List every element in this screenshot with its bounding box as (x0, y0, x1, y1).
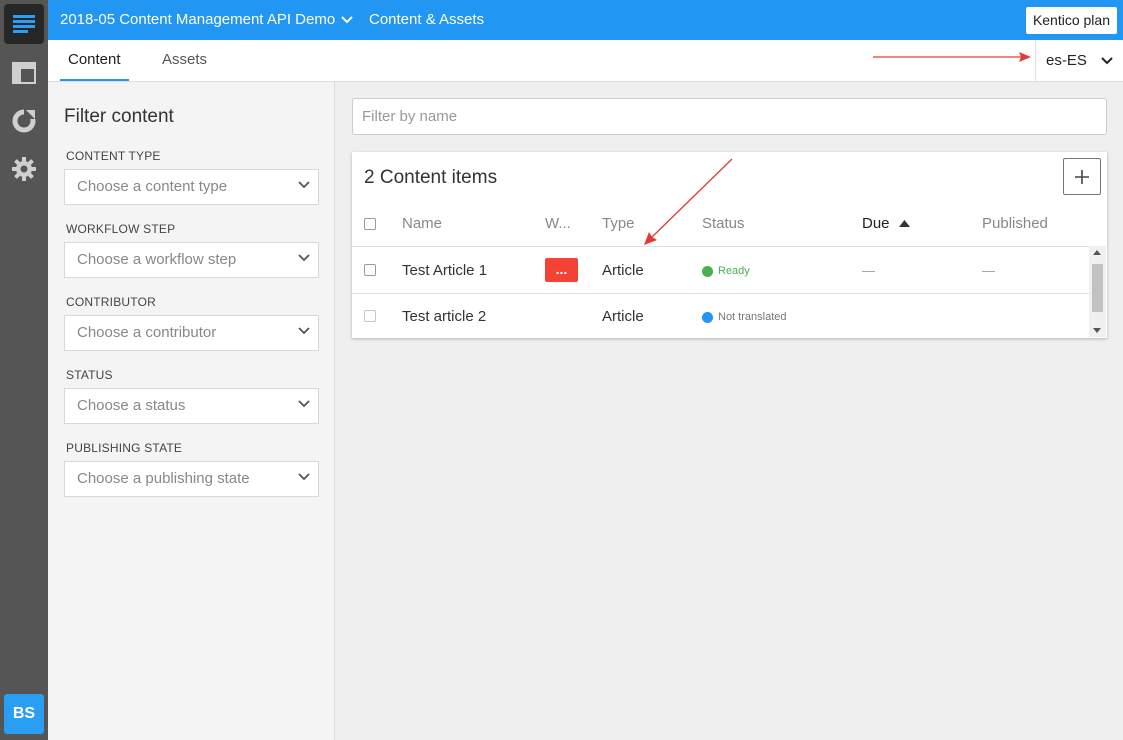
workflow-step-select[interactable]: Choose a workflow step (64, 242, 319, 278)
chevron-down-icon (298, 254, 310, 262)
header-divider (352, 246, 1089, 247)
tab-bar: Content Assets es-ES (48, 40, 1123, 82)
filter-by-name-input[interactable]: Filter by name (352, 98, 1107, 135)
filter-panel: Filter content CONTENT TYPE Choose a con… (48, 82, 335, 740)
top-bar: 2018-05 Content Management API Demo Cont… (48, 0, 1123, 40)
workflow-badge: ... (545, 258, 578, 282)
content-nav-button[interactable] (4, 4, 44, 44)
published-value: — (982, 263, 995, 278)
status-dot-icon (702, 265, 713, 277)
user-avatar[interactable]: BS (4, 694, 44, 734)
content-list: 2 Content items Name W... Type Status Du… (352, 152, 1107, 338)
settings-icon (12, 157, 36, 181)
content-icon (13, 15, 35, 33)
status-label: Ready (718, 265, 750, 277)
contributor-label: CONTRIBUTOR (66, 295, 156, 309)
publishing-state-select[interactable]: Choose a publishing state (64, 461, 319, 497)
workflow-step-label: WORKFLOW STEP (66, 222, 176, 236)
filter-by-name-placeholder: Filter by name (362, 108, 458, 125)
item-type: Article (602, 308, 644, 325)
language-selector[interactable]: es-ES (1035, 40, 1123, 81)
scroll-down-icon[interactable] (1093, 328, 1101, 333)
content-type-select[interactable]: Choose a content type (64, 169, 319, 205)
status-ready: Ready (702, 265, 750, 277)
column-header-workflow[interactable]: W... (545, 215, 571, 232)
due-header-label: Due (862, 215, 890, 232)
scroll-up-icon[interactable] (1093, 250, 1101, 255)
status-dot-icon (702, 311, 713, 323)
column-header-status[interactable]: Status (702, 215, 745, 232)
chevron-down-icon (341, 16, 353, 24)
language-label: es-ES (1046, 52, 1087, 69)
content-type-placeholder: Choose a content type (77, 178, 228, 195)
select-all-checkbox[interactable] (364, 218, 376, 230)
item-type: Article (602, 262, 644, 279)
kentico-plan-button[interactable]: Kentico plan (1025, 7, 1117, 34)
layout-icon (12, 62, 36, 84)
item-name[interactable]: Test article 2 (402, 308, 486, 325)
status-placeholder: Choose a status (77, 397, 186, 414)
chevron-down-icon (298, 181, 310, 189)
add-content-item-button[interactable] (1063, 158, 1101, 195)
column-header-due[interactable]: Due (862, 215, 910, 232)
tab-assets[interactable]: Assets (154, 40, 215, 81)
status-not-translated: Not translated (702, 311, 786, 323)
column-header-name[interactable]: Name (402, 215, 442, 232)
row-checkbox[interactable] (364, 264, 376, 276)
publishing-state-label: PUBLISHING STATE (66, 441, 183, 455)
project-selector[interactable]: 2018-05 Content Management API Demo (60, 0, 353, 40)
content-type-label: CONTENT TYPE (66, 149, 161, 163)
chevron-down-icon (298, 473, 310, 481)
project-name: 2018-05 Content Management API Demo (60, 11, 336, 28)
workflow-step-placeholder: Choose a workflow step (77, 251, 237, 268)
status-label: STATUS (66, 368, 113, 382)
column-header-type[interactable]: Type (602, 215, 635, 232)
content-models-nav-button[interactable] (4, 53, 44, 93)
status-label: Not translated (718, 311, 787, 323)
column-header-published[interactable]: Published (982, 215, 1048, 232)
row-divider (352, 293, 1089, 294)
chevron-down-icon (298, 400, 310, 408)
item-name[interactable]: Test Article 1 (402, 262, 487, 279)
analytics-icon (12, 108, 37, 133)
due-value: — (862, 263, 875, 278)
settings-nav-button[interactable] (4, 149, 44, 189)
publishing-state-placeholder: Choose a publishing state (77, 470, 250, 487)
row-checkbox[interactable] (364, 310, 376, 322)
analytics-nav-button[interactable] (4, 101, 44, 141)
tab-content[interactable]: Content (60, 40, 129, 81)
list-scrollbar[interactable] (1089, 246, 1106, 337)
chevron-down-icon (1101, 56, 1113, 64)
plus-icon (1075, 169, 1089, 184)
left-navigation-rail: BS (0, 0, 48, 740)
contributor-select[interactable]: Choose a contributor (64, 315, 319, 351)
sort-ascending-icon (898, 220, 910, 227)
status-select[interactable]: Choose a status (64, 388, 319, 424)
filter-title: Filter content (64, 106, 174, 127)
contributor-placeholder: Choose a contributor (77, 324, 217, 341)
section-title: Content & Assets (369, 11, 485, 28)
chevron-down-icon (298, 327, 310, 335)
content-count-title: 2 Content items (364, 167, 498, 188)
scrollbar-thumb[interactable] (1092, 264, 1103, 312)
